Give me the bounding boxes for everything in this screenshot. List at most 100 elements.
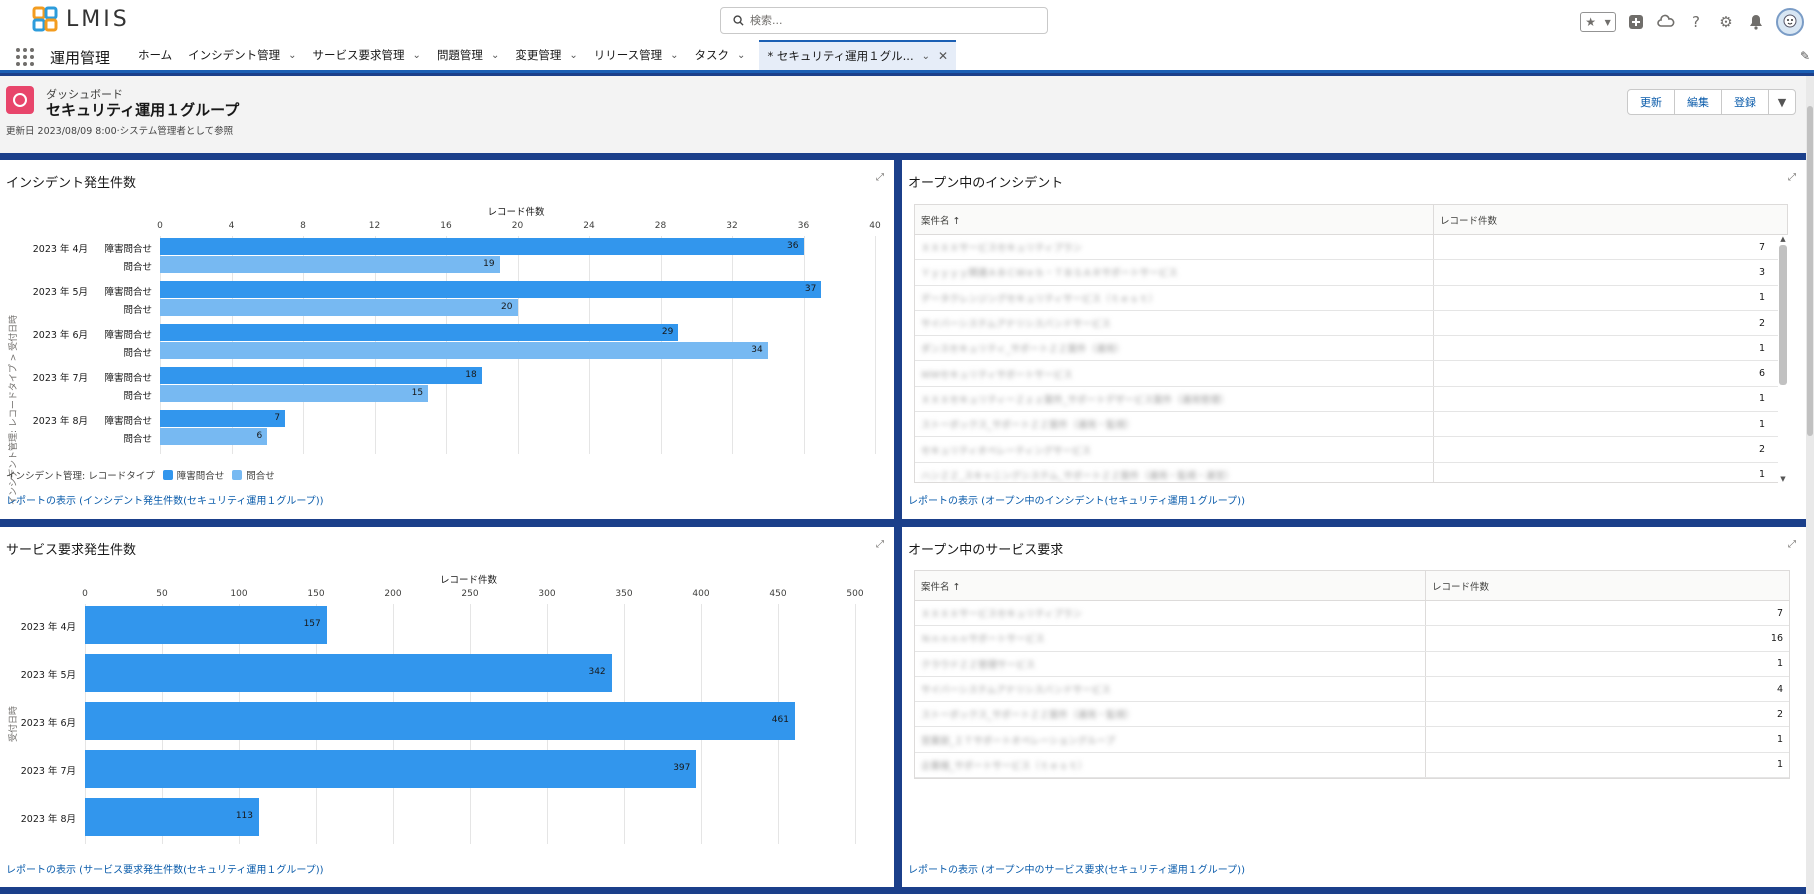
chevron-down-icon[interactable]: ⌄ [288, 50, 296, 61]
bar[interactable] [160, 385, 429, 402]
table-row[interactable]: サイバーシステムアナリシスバンドサービス 4 [915, 676, 1789, 703]
bar[interactable] [160, 324, 679, 341]
table-row[interactable]: ストーボックス_サポートＺＺ案件（運用・監視） 1 [915, 412, 1787, 438]
table-row[interactable]: クラウドＺＺ管理サービス 1 [915, 651, 1789, 677]
bar[interactable] [85, 654, 612, 692]
column-header-count[interactable]: レコード件数 [1433, 205, 1771, 234]
gear-icon[interactable]: ⚙ [1716, 12, 1736, 32]
row-name[interactable]: ダンスセキュリティ_サポートＺＺ案件（運用） [915, 336, 1433, 360]
refresh-button[interactable]: 更新 [1627, 89, 1675, 115]
table-row[interactable]: ＸＸＸＸサービスセキュリティプラン 7 [915, 235, 1787, 261]
edit-button[interactable]: 編集 [1674, 89, 1722, 115]
row-name[interactable]: データクレンジングセキュリティサービス（ｔｅｓｔ） [915, 286, 1433, 310]
bar[interactable] [85, 750, 697, 788]
page-scrollbar[interactable] [1806, 76, 1814, 894]
search-input[interactable] [750, 14, 1030, 27]
favorites-button[interactable]: ★ ▼ [1580, 12, 1616, 32]
row-name[interactable]: クラウドＺＺ管理サービス [915, 652, 1425, 676]
open-service-table: 案件名 ↑ レコード件数 ＸＸＸＸサービスセキュリティプラン 7 Ｎｎｎｎｎサポート… [914, 570, 1790, 780]
view-report-link[interactable]: レポートの表示 (オープン中のサービス要求(セキュリティ運用１グループ)) [908, 861, 1245, 876]
more-actions-button[interactable]: ▼ [1768, 89, 1796, 115]
table-row[interactable]: ＭＭセキュリティサポートサービス 6 [915, 361, 1787, 387]
bar[interactable] [160, 410, 286, 427]
row-name[interactable]: ＭＭセキュリティサポートサービス [915, 361, 1433, 385]
table-row[interactable]: 企業様_サポートサービス（ｔｅｓｔ） 1 [915, 752, 1789, 779]
row-name[interactable]: ＸＸＸセキュリティーＺｚｚ案件_サポートデザービス案件（運用管理） [915, 387, 1433, 411]
table-row[interactable]: 営業部_ＩＴサポートオペレーショングループ 1 [915, 727, 1789, 753]
view-report-link[interactable]: レポートの表示 (オープン中のインシデント(セキュリティ運用１グループ)) [908, 492, 1245, 507]
avatar[interactable] [1776, 8, 1804, 36]
subscribe-button[interactable]: 登録 [1721, 89, 1769, 115]
bar[interactable] [160, 367, 482, 384]
close-icon[interactable]: ✕ [938, 49, 948, 63]
bar[interactable] [160, 238, 804, 255]
row-name[interactable]: 営業部_ＩＴサポートオペレーショングループ [915, 727, 1425, 751]
table-row[interactable]: ハンＺＺ_スキャニングシステム_サポートＺＺ案件（運用・監視・運営） 1 [915, 462, 1787, 482]
view-report-link[interactable]: レポートの表示 (サービス要求発生件数(セキュリティ運用１グループ)) [6, 861, 324, 876]
row-name[interactable]: ストーボックス_サポートＺＺ案件（運用・監視） [915, 412, 1433, 436]
bar[interactable] [85, 702, 795, 740]
nav-item[interactable]: サービス要求管理 ⌄ [305, 40, 429, 70]
chevron-down-icon[interactable]: ⌄ [922, 51, 930, 62]
nav-item[interactable]: 変更管理 ⌄ [507, 40, 585, 70]
plus-icon[interactable] [1626, 12, 1646, 32]
table-row[interactable]: セキュリティオペレーティングサービス 2 [915, 437, 1787, 463]
legend-item[interactable]: 問合せ [246, 468, 275, 482]
row-name[interactable]: サイバーシステムアナリシスバンドサービス [915, 311, 1433, 335]
table-row[interactable]: ストーボックス_サポートＺＺ案件（運用・監視） 2 [915, 702, 1789, 728]
column-header-name[interactable]: 案件名 ↑ [915, 205, 1433, 234]
chevron-down-icon[interactable]: ⌄ [413, 50, 421, 61]
table-scrollbar[interactable]: ▲ ▼ [1778, 235, 1788, 483]
app-launcher-icon[interactable] [16, 48, 34, 66]
row-name[interactable]: Ｎｎｎｎｎサポートサービス [915, 626, 1425, 650]
column-header-count[interactable]: レコード件数 [1425, 571, 1789, 600]
bar[interactable] [160, 299, 518, 316]
expand-icon[interactable]: ⤢ [1788, 172, 1796, 183]
bar-value-label: 37 [804, 284, 817, 294]
bar[interactable] [160, 256, 500, 273]
nav-item[interactable]: インシデント管理 ⌄ [180, 40, 304, 70]
chevron-down-icon[interactable]: ⌄ [670, 50, 678, 61]
help-icon[interactable]: ? [1686, 12, 1706, 32]
scroll-down-icon[interactable]: ▼ [1778, 475, 1788, 483]
bar[interactable] [160, 281, 822, 298]
table-row[interactable]: Ｎｎｎｎｎサポートサービス 16 [915, 626, 1789, 652]
table-row[interactable]: Ｙｙｙｙｙ関連ＡＢＣＷｅｂ・ＴＢＳＡＲサポートサービス 3 [915, 260, 1787, 286]
bar[interactable] [160, 428, 268, 445]
view-report-link[interactable]: レポートの表示 (インシデント発生件数(セキュリティ運用１グループ)) [6, 492, 324, 507]
cloud-icon[interactable] [1656, 12, 1676, 32]
table-row[interactable]: ダンスセキュリティ_サポートＺＺ案件（運用） 1 [915, 336, 1787, 362]
tab-active-dashboard[interactable]: * セキュリティ運用１グル... ⌄ ✕ [759, 40, 957, 70]
row-name[interactable]: Ｙｙｙｙｙ関連ＡＢＣＷｅｂ・ＴＢＳＡＲサポートサービス [915, 260, 1433, 284]
chevron-down-icon[interactable]: ⌄ [737, 50, 745, 61]
row-name[interactable]: サイバーシステムアナリシスバンドサービス [915, 677, 1425, 701]
bar[interactable] [160, 342, 768, 359]
chevron-down-icon[interactable]: ⌄ [569, 50, 577, 61]
chevron-down-icon[interactable]: ⌄ [491, 50, 499, 61]
nav-item[interactable]: リリース管理 ⌄ [586, 40, 687, 70]
row-name[interactable]: ＸＸＸＸサービスセキュリティプラン [915, 235, 1433, 259]
global-search[interactable] [720, 7, 1048, 34]
row-name[interactable]: ハンＺＺ_スキャニングシステム_サポートＺＺ案件（運用・監視・運営） [915, 463, 1433, 482]
row-name[interactable]: ＸＸＸＸサービスセキュリティプラン [915, 601, 1425, 625]
nav-item[interactable]: ホーム [130, 40, 180, 70]
bar[interactable] [85, 798, 260, 836]
table-row[interactable]: ＸＸＸセキュリティーＺｚｚ案件_サポートデザービス案件（運用管理） 1 [915, 386, 1787, 413]
column-header-name[interactable]: 案件名 ↑ [915, 571, 1425, 600]
row-name[interactable]: セキュリティオペレーティングサービス [915, 437, 1433, 461]
expand-icon[interactable]: ⤢ [1788, 539, 1796, 550]
series-label: 問合せ [123, 305, 152, 316]
row-name[interactable]: 企業様_サポートサービス（ｔｅｓｔ） [915, 753, 1425, 777]
nav-item[interactable]: タスク ⌄ [687, 40, 754, 70]
table-row[interactable]: サイバーシステムアナリシスバンドサービス 2 [915, 310, 1787, 337]
legend-item[interactable]: 障害問合せ [177, 468, 225, 482]
row-name[interactable]: ストーボックス_サポートＺＺ案件（運用・監視） [915, 702, 1425, 726]
scroll-up-icon[interactable]: ▲ [1778, 235, 1788, 243]
bar[interactable] [85, 606, 327, 644]
table-row[interactable]: データクレンジングセキュリティサービス（ｔｅｓｔ） 1 [915, 285, 1787, 311]
app-logo[interactable]: LMIS [32, 6, 130, 32]
table-row[interactable]: ＸＸＸＸサービスセキュリティプラン 7 [915, 601, 1789, 627]
edit-nav-icon[interactable]: ✎ [1800, 49, 1810, 63]
bell-icon[interactable] [1746, 12, 1766, 32]
nav-item[interactable]: 問題管理 ⌄ [429, 40, 507, 70]
